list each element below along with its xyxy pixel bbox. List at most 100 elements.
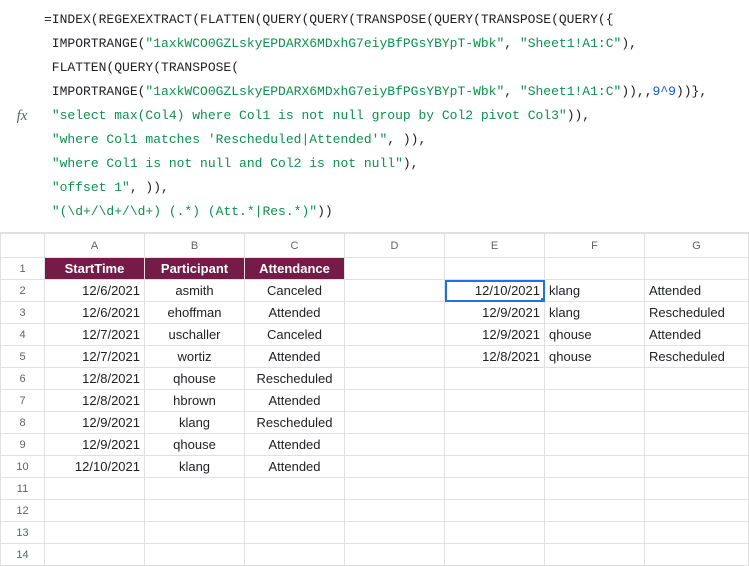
column-header-f[interactable]: F: [545, 234, 645, 258]
cell-F1[interactable]: [545, 258, 645, 280]
cell-D7[interactable]: [345, 390, 445, 412]
cell-C6[interactable]: Rescheduled: [245, 368, 345, 390]
cell-B11[interactable]: [145, 478, 245, 500]
cell-G8[interactable]: [645, 412, 749, 434]
cell-A2[interactable]: 12/6/2021: [45, 280, 145, 302]
cell-D2[interactable]: [345, 280, 445, 302]
cell-F10[interactable]: [545, 456, 645, 478]
cell-D9[interactable]: [345, 434, 445, 456]
cell-C5[interactable]: Attended: [245, 346, 345, 368]
cell-D14[interactable]: [345, 544, 445, 566]
cell-B6[interactable]: qhouse: [145, 368, 245, 390]
cell-B10[interactable]: klang: [145, 456, 245, 478]
row-header[interactable]: 13: [1, 522, 45, 544]
row-header[interactable]: 4: [1, 324, 45, 346]
row-header[interactable]: 14: [1, 544, 45, 566]
cell-E6[interactable]: [445, 368, 545, 390]
cell-E8[interactable]: [445, 412, 545, 434]
cell-A8[interactable]: 12/9/2021: [45, 412, 145, 434]
row-header[interactable]: 2: [1, 280, 45, 302]
cell-A12[interactable]: [45, 500, 145, 522]
cell-C12[interactable]: [245, 500, 345, 522]
cell-B2[interactable]: asmith: [145, 280, 245, 302]
cell-E2[interactable]: 12/10/2021: [445, 280, 545, 302]
cell-D5[interactable]: [345, 346, 445, 368]
cell-C4[interactable]: Canceled: [245, 324, 345, 346]
cell-F4[interactable]: qhouse: [545, 324, 645, 346]
cell-B7[interactable]: hbrown: [145, 390, 245, 412]
cell-B9[interactable]: qhouse: [145, 434, 245, 456]
cell-E5[interactable]: 12/8/2021: [445, 346, 545, 368]
cell-A3[interactable]: 12/6/2021: [45, 302, 145, 324]
cell-G2[interactable]: Attended: [645, 280, 749, 302]
cell-D3[interactable]: [345, 302, 445, 324]
cell-D6[interactable]: [345, 368, 445, 390]
cell-F6[interactable]: [545, 368, 645, 390]
cell-G5[interactable]: Rescheduled: [645, 346, 749, 368]
cell-E1[interactable]: [445, 258, 545, 280]
selection-handle[interactable]: [541, 298, 545, 302]
cell-D11[interactable]: [345, 478, 445, 500]
cell-G10[interactable]: [645, 456, 749, 478]
cell-C11[interactable]: [245, 478, 345, 500]
cell-A7[interactable]: 12/8/2021: [45, 390, 145, 412]
cell-C2[interactable]: Canceled: [245, 280, 345, 302]
cell-C7[interactable]: Attended: [245, 390, 345, 412]
row-header[interactable]: 6: [1, 368, 45, 390]
cell-F5[interactable]: qhouse: [545, 346, 645, 368]
cell-F2[interactable]: klang: [545, 280, 645, 302]
cell-E7[interactable]: [445, 390, 545, 412]
cell-B4[interactable]: uschaller: [145, 324, 245, 346]
cell-B13[interactable]: [145, 522, 245, 544]
cell-B8[interactable]: klang: [145, 412, 245, 434]
cell-F11[interactable]: [545, 478, 645, 500]
cell-G11[interactable]: [645, 478, 749, 500]
cell-C10[interactable]: Attended: [245, 456, 345, 478]
cell-G13[interactable]: [645, 522, 749, 544]
row-header[interactable]: 7: [1, 390, 45, 412]
cell-A1[interactable]: StartTime: [45, 258, 145, 280]
cell-G4[interactable]: Attended: [645, 324, 749, 346]
cell-A6[interactable]: 12/8/2021: [45, 368, 145, 390]
cell-C14[interactable]: [245, 544, 345, 566]
cell-G7[interactable]: [645, 390, 749, 412]
cell-C8[interactable]: Rescheduled: [245, 412, 345, 434]
row-header[interactable]: 5: [1, 346, 45, 368]
cell-E12[interactable]: [445, 500, 545, 522]
cell-F13[interactable]: [545, 522, 645, 544]
row-header[interactable]: 3: [1, 302, 45, 324]
cell-A9[interactable]: 12/9/2021: [45, 434, 145, 456]
cell-G14[interactable]: [645, 544, 749, 566]
cell-F9[interactable]: [545, 434, 645, 456]
cell-C9[interactable]: Attended: [245, 434, 345, 456]
row-header[interactable]: 8: [1, 412, 45, 434]
cell-E9[interactable]: [445, 434, 545, 456]
cell-F3[interactable]: klang: [545, 302, 645, 324]
row-header[interactable]: 11: [1, 478, 45, 500]
cell-E10[interactable]: [445, 456, 545, 478]
cell-G9[interactable]: [645, 434, 749, 456]
cell-D10[interactable]: [345, 456, 445, 478]
cell-F12[interactable]: [545, 500, 645, 522]
cell-B14[interactable]: [145, 544, 245, 566]
row-header[interactable]: 10: [1, 456, 45, 478]
cell-D1[interactable]: [345, 258, 445, 280]
column-header-a[interactable]: A: [45, 234, 145, 258]
row-header[interactable]: 12: [1, 500, 45, 522]
cell-E11[interactable]: [445, 478, 545, 500]
spreadsheet-grid[interactable]: ABCDEFG 1StartTimeParticipantAttendance2…: [0, 233, 749, 566]
column-header-g[interactable]: G: [645, 234, 749, 258]
cell-F7[interactable]: [545, 390, 645, 412]
cell-A10[interactable]: 12/10/2021: [45, 456, 145, 478]
cell-D13[interactable]: [345, 522, 445, 544]
row-header[interactable]: 9: [1, 434, 45, 456]
cell-B3[interactable]: ehoffman: [145, 302, 245, 324]
cell-A11[interactable]: [45, 478, 145, 500]
column-header-b[interactable]: B: [145, 234, 245, 258]
cell-B12[interactable]: [145, 500, 245, 522]
cell-B1[interactable]: Participant: [145, 258, 245, 280]
cell-C13[interactable]: [245, 522, 345, 544]
cell-F8[interactable]: [545, 412, 645, 434]
cell-E3[interactable]: 12/9/2021: [445, 302, 545, 324]
cell-A14[interactable]: [45, 544, 145, 566]
